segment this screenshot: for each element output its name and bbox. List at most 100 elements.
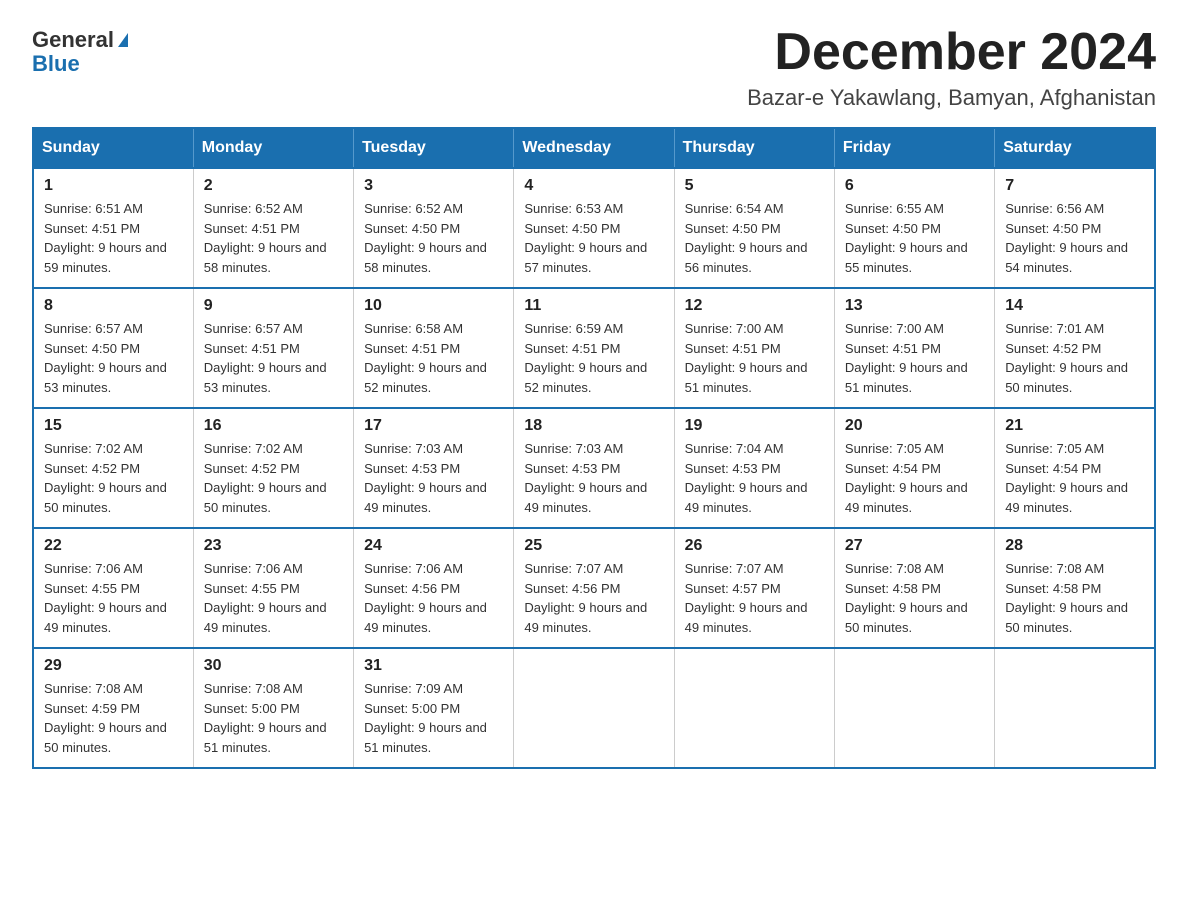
day-number: 15 bbox=[44, 417, 183, 435]
calendar-day-cell: 28Sunrise: 7:08 AMSunset: 4:58 PMDayligh… bbox=[995, 528, 1155, 648]
calendar-day-cell: 30 Sunrise: 7:08 AMSunset: 5:00 PMDayligh… bbox=[193, 648, 353, 768]
calendar-day-cell bbox=[995, 648, 1155, 768]
calendar-day-cell: 1 Sunrise: 6:51 AMSunset: 4:51 PMDaylight… bbox=[33, 168, 193, 288]
day-info: Sunrise: 7:06 AMSunset: 4:56 PMDaylight:… bbox=[364, 559, 503, 637]
calendar-day-cell: 22Sunrise: 7:06 AMSunset: 4:55 PMDayligh… bbox=[33, 528, 193, 648]
day-info: Sunrise: 7:04 AMSunset: 4:53 PMDaylight:… bbox=[685, 439, 824, 517]
day-info: Sunrise: 6:51 AMSunset: 4:51 PMDaylight:… bbox=[44, 199, 183, 277]
calendar-day-cell: 19 Sunrise: 7:04 AMSunset: 4:53 PMDayligh… bbox=[674, 408, 834, 528]
day-info: Sunrise: 7:05 AMSunset: 4:54 PMDaylight:… bbox=[845, 439, 984, 517]
calendar-day-cell: 27 Sunrise: 7:08 AMSunset: 4:58 PMDayligh… bbox=[834, 528, 994, 648]
day-info: Sunrise: 7:02 AMSunset: 4:52 PMDaylight:… bbox=[44, 439, 183, 517]
day-number: 7 bbox=[1005, 177, 1144, 195]
calendar-day-cell bbox=[674, 648, 834, 768]
day-number: 6 bbox=[845, 177, 984, 195]
day-info: Sunrise: 6:52 AMSunset: 4:51 PMDaylight:… bbox=[204, 199, 343, 277]
day-info: Sunrise: 6:57 AMSunset: 4:50 PMDaylight:… bbox=[44, 319, 183, 397]
day-info: Sunrise: 7:08 AMSunset: 5:00 PMDaylight:… bbox=[204, 679, 343, 757]
calendar-day-cell: 25 Sunrise: 7:07 AMSunset: 4:56 PMDayligh… bbox=[514, 528, 674, 648]
calendar-day-cell: 23Sunrise: 7:06 AMSunset: 4:55 PMDayligh… bbox=[193, 528, 353, 648]
day-info: Sunrise: 6:57 AMSunset: 4:51 PMDaylight:… bbox=[204, 319, 343, 397]
day-number: 17 bbox=[364, 417, 503, 435]
day-number: 11 bbox=[524, 297, 663, 315]
calendar-header-row: SundayMondayTuesdayWednesdayThursdayFrid… bbox=[33, 128, 1155, 168]
calendar-day-header: Saturday bbox=[995, 128, 1155, 168]
day-number: 30 bbox=[204, 657, 343, 675]
logo: General Blue bbox=[32, 28, 128, 76]
day-info: Sunrise: 7:07 AMSunset: 4:56 PMDaylight:… bbox=[524, 559, 663, 637]
day-number: 13 bbox=[845, 297, 984, 315]
day-number: 8 bbox=[44, 297, 183, 315]
day-info: Sunrise: 7:08 AMSunset: 4:58 PMDaylight:… bbox=[845, 559, 984, 637]
day-info: Sunrise: 7:01 AMSunset: 4:52 PMDaylight:… bbox=[1005, 319, 1144, 397]
day-number: 4 bbox=[524, 177, 663, 195]
day-number: 27 bbox=[845, 537, 984, 555]
day-number: 20 bbox=[845, 417, 984, 435]
day-info: Sunrise: 7:08 AMSunset: 4:59 PMDaylight:… bbox=[44, 679, 183, 757]
day-number: 26 bbox=[685, 537, 824, 555]
calendar-day-cell: 7 Sunrise: 6:56 AMSunset: 4:50 PMDaylight… bbox=[995, 168, 1155, 288]
calendar-day-cell: 3Sunrise: 6:52 AMSunset: 4:50 PMDaylight… bbox=[354, 168, 514, 288]
calendar-day-cell: 9Sunrise: 6:57 AMSunset: 4:51 PMDaylight… bbox=[193, 288, 353, 408]
calendar-day-cell: 8 Sunrise: 6:57 AMSunset: 4:50 PMDaylight… bbox=[33, 288, 193, 408]
day-info: Sunrise: 6:54 AMSunset: 4:50 PMDaylight:… bbox=[685, 199, 824, 277]
calendar-day-cell: 18 Sunrise: 7:03 AMSunset: 4:53 PMDayligh… bbox=[514, 408, 674, 528]
calendar-day-cell: 21Sunrise: 7:05 AMSunset: 4:54 PMDayligh… bbox=[995, 408, 1155, 528]
calendar-week-row: 8 Sunrise: 6:57 AMSunset: 4:50 PMDaylight… bbox=[33, 288, 1155, 408]
day-number: 23 bbox=[204, 537, 343, 555]
calendar-day-cell bbox=[834, 648, 994, 768]
calendar-day-header: Sunday bbox=[33, 128, 193, 168]
calendar-day-header: Wednesday bbox=[514, 128, 674, 168]
day-info: Sunrise: 6:58 AMSunset: 4:51 PMDaylight:… bbox=[364, 319, 503, 397]
day-number: 21 bbox=[1005, 417, 1144, 435]
day-number: 2 bbox=[204, 177, 343, 195]
calendar-day-cell: 31Sunrise: 7:09 AMSunset: 5:00 PMDayligh… bbox=[354, 648, 514, 768]
day-info: Sunrise: 7:07 AMSunset: 4:57 PMDaylight:… bbox=[685, 559, 824, 637]
logo-blue-text: Blue bbox=[32, 52, 128, 76]
day-number: 18 bbox=[524, 417, 663, 435]
calendar-week-row: 22Sunrise: 7:06 AMSunset: 4:55 PMDayligh… bbox=[33, 528, 1155, 648]
calendar-day-cell bbox=[514, 648, 674, 768]
calendar-day-cell: 16 Sunrise: 7:02 AMSunset: 4:52 PMDayligh… bbox=[193, 408, 353, 528]
day-number: 12 bbox=[685, 297, 824, 315]
calendar-day-cell: 14Sunrise: 7:01 AMSunset: 4:52 PMDayligh… bbox=[995, 288, 1155, 408]
calendar-week-row: 15 Sunrise: 7:02 AMSunset: 4:52 PMDayligh… bbox=[33, 408, 1155, 528]
calendar-day-cell: 15 Sunrise: 7:02 AMSunset: 4:52 PMDayligh… bbox=[33, 408, 193, 528]
calendar-day-cell: 2 Sunrise: 6:52 AMSunset: 4:51 PMDaylight… bbox=[193, 168, 353, 288]
calendar-week-row: 29Sunrise: 7:08 AMSunset: 4:59 PMDayligh… bbox=[33, 648, 1155, 768]
day-info: Sunrise: 7:06 AMSunset: 4:55 PMDaylight:… bbox=[44, 559, 183, 637]
day-info: Sunrise: 7:02 AMSunset: 4:52 PMDaylight:… bbox=[204, 439, 343, 517]
calendar-day-cell: 10Sunrise: 6:58 AMSunset: 4:51 PMDayligh… bbox=[354, 288, 514, 408]
calendar-day-cell: 29Sunrise: 7:08 AMSunset: 4:59 PMDayligh… bbox=[33, 648, 193, 768]
day-info: Sunrise: 7:03 AMSunset: 4:53 PMDaylight:… bbox=[524, 439, 663, 517]
calendar-day-cell: 6 Sunrise: 6:55 AMSunset: 4:50 PMDaylight… bbox=[834, 168, 994, 288]
calendar-day-cell: 17 Sunrise: 7:03 AMSunset: 4:53 PMDayligh… bbox=[354, 408, 514, 528]
day-info: Sunrise: 7:03 AMSunset: 4:53 PMDaylight:… bbox=[364, 439, 503, 517]
day-info: Sunrise: 7:08 AMSunset: 4:58 PMDaylight:… bbox=[1005, 559, 1144, 637]
calendar-day-cell: 5Sunrise: 6:54 AMSunset: 4:50 PMDaylight… bbox=[674, 168, 834, 288]
day-number: 19 bbox=[685, 417, 824, 435]
calendar-day-cell: 12 Sunrise: 7:00 AMSunset: 4:51 PMDayligh… bbox=[674, 288, 834, 408]
day-number: 25 bbox=[524, 537, 663, 555]
logo-general-text: General bbox=[32, 28, 114, 52]
day-info: Sunrise: 6:52 AMSunset: 4:50 PMDaylight:… bbox=[364, 199, 503, 277]
calendar-day-cell: 20 Sunrise: 7:05 AMSunset: 4:54 PMDayligh… bbox=[834, 408, 994, 528]
calendar-day-header: Tuesday bbox=[354, 128, 514, 168]
day-info: Sunrise: 6:56 AMSunset: 4:50 PMDaylight:… bbox=[1005, 199, 1144, 277]
calendar-day-cell: 4 Sunrise: 6:53 AMSunset: 4:50 PMDaylight… bbox=[514, 168, 674, 288]
day-number: 16 bbox=[204, 417, 343, 435]
title-area: December 2024 Bazar-e Yakawlang, Bamyan,… bbox=[747, 24, 1156, 111]
month-title: December 2024 bbox=[747, 24, 1156, 81]
day-info: Sunrise: 6:55 AMSunset: 4:50 PMDaylight:… bbox=[845, 199, 984, 277]
calendar-day-header: Thursday bbox=[674, 128, 834, 168]
day-info: Sunrise: 7:00 AMSunset: 4:51 PMDaylight:… bbox=[685, 319, 824, 397]
calendar-day-header: Friday bbox=[834, 128, 994, 168]
calendar-day-cell: 26 Sunrise: 7:07 AMSunset: 4:57 PMDayligh… bbox=[674, 528, 834, 648]
day-info: Sunrise: 7:00 AMSunset: 4:51 PMDaylight:… bbox=[845, 319, 984, 397]
day-info: Sunrise: 6:53 AMSunset: 4:50 PMDaylight:… bbox=[524, 199, 663, 277]
calendar-day-cell: 11Sunrise: 6:59 AMSunset: 4:51 PMDayligh… bbox=[514, 288, 674, 408]
day-info: Sunrise: 7:09 AMSunset: 5:00 PMDaylight:… bbox=[364, 679, 503, 757]
logo-triangle-icon bbox=[118, 33, 128, 47]
calendar-week-row: 1 Sunrise: 6:51 AMSunset: 4:51 PMDaylight… bbox=[33, 168, 1155, 288]
day-number: 1 bbox=[44, 177, 183, 195]
